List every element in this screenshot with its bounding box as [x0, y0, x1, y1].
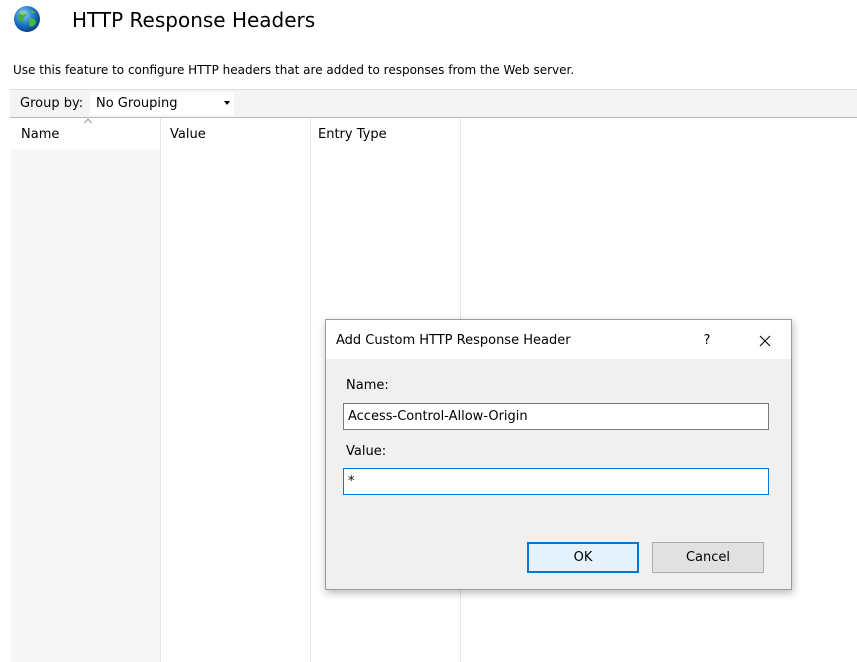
name-input[interactable]: [343, 403, 769, 430]
column-header-entry-type[interactable]: Entry Type: [318, 127, 387, 142]
name-label: Name:: [346, 378, 389, 393]
close-button[interactable]: [750, 328, 780, 354]
ok-button[interactable]: OK: [527, 542, 639, 573]
sort-ascending-icon: [84, 118, 92, 124]
chevron-down-icon: [224, 101, 230, 105]
value-label: Value:: [346, 444, 387, 459]
column-separator[interactable]: [310, 118, 311, 662]
dialog-title: Add Custom HTTP Response Header: [336, 333, 571, 348]
add-custom-header-dialog: Add Custom HTTP Response Header ? Name: …: [325, 319, 792, 590]
globe-icon: [14, 6, 40, 32]
page-description: Use this feature to configure HTTP heade…: [13, 63, 575, 77]
column-header-value[interactable]: Value: [170, 127, 206, 142]
group-by-toolbar: Group by: No Grouping: [10, 89, 857, 118]
page-title: HTTP Response Headers: [72, 8, 316, 32]
column-header-name[interactable]: Name: [21, 127, 59, 142]
name-column-shade: [10, 149, 160, 662]
close-icon: [759, 335, 771, 347]
column-separator[interactable]: [160, 118, 161, 662]
group-by-label: Group by:: [20, 96, 84, 111]
help-button[interactable]: ?: [692, 328, 722, 354]
group-by-selected-value: No Grouping: [96, 96, 178, 111]
iis-feature-page: HTTP Response Headers Use this feature t…: [0, 0, 857, 662]
cancel-button[interactable]: Cancel: [652, 542, 764, 573]
value-input[interactable]: [343, 468, 769, 495]
dialog-titlebar[interactable]: Add Custom HTTP Response Header ?: [326, 320, 791, 359]
group-by-dropdown[interactable]: No Grouping: [90, 92, 234, 115]
